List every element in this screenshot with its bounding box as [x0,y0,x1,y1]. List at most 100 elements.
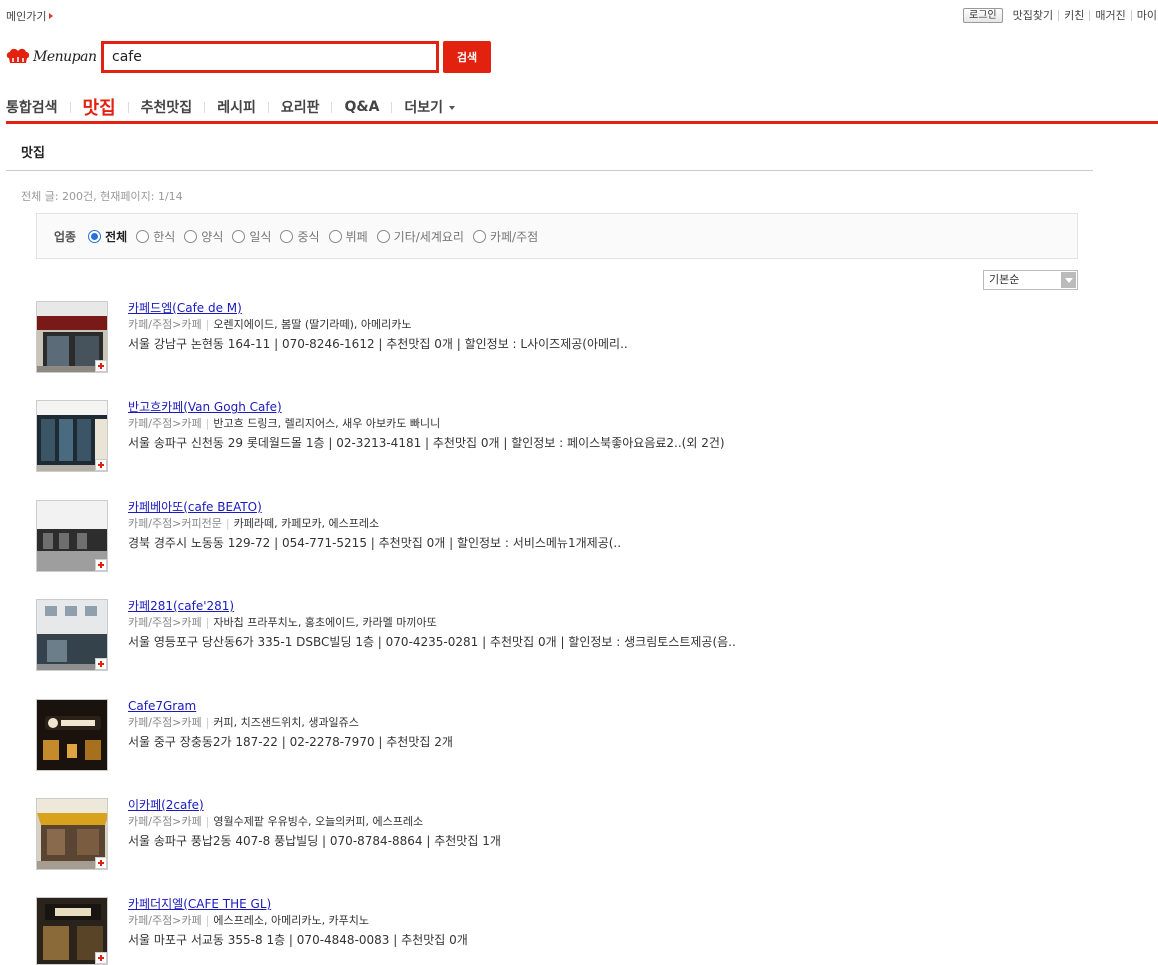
radio-icon[interactable] [88,229,102,243]
tab-more[interactable]: 더보기 [392,97,467,117]
restaurant-name-link[interactable]: 이카페(2cafe) [128,797,204,813]
item-info: 이카페(2cafe) 카페/주점>카페 | 영월수제팥 우유빙수, 오늘의커피, 에… [128,797,748,850]
restaurant-name-link[interactable]: 카페더지엘(CAFE THE GL) [128,896,271,912]
item-address: 서울 영등포구 당산동6가 335-1 DSBC빌딩 1층 | 070-4235… [128,635,736,649]
item-menus: 카페라떼, 카페모카, 에스프레소 [233,517,380,530]
main-link-label: 메인가기 [6,10,47,23]
item-category: 카페/주점>커피전문 [128,517,222,530]
item-menus: 오렌지에이드, 봄딸 (딸기라떼), 아메리카노 [213,318,412,331]
main-link[interactable]: 메인가기 [6,8,54,24]
result-summary: 전체 글: 200건, 현재페이지: 1/14 [21,190,183,203]
item-category: 카페/주점>카페 [128,616,202,629]
item-info: 카페베아또(cafe BEATO) 카페/주점>커피전문 | 카페라떼, 카페모카,… [128,499,748,552]
item-category: 카페/주점>카페 [128,318,202,331]
item-menus: 자바칩 프라푸치노, 홍초에이드, 카라멜 마끼아또 [213,616,437,629]
util-link-find[interactable]: 맛집찾기 [1008,10,1058,21]
sort-select[interactable]: 기본순 [983,270,1078,290]
tab-total-search[interactable]: 통합검색 [6,97,70,117]
filter-option-label: 한식 [153,229,176,244]
plus-icon[interactable] [95,459,107,471]
filter-option-korean[interactable]: 한식 [136,228,175,245]
util-link-my[interactable]: 마이 [1130,10,1158,21]
item-menus: 반고흐 드링크, 렐리지어스, 새우 아보카도 빠니니 [213,417,441,430]
restaurant-name-link[interactable]: 카페281(cafe'281) [128,598,234,614]
thumbnail[interactable] [36,798,108,870]
thumbnail[interactable] [36,400,108,472]
tab-recipe[interactable]: 레시피 [205,97,268,117]
arrow-right-icon [49,13,54,19]
filter-option-japanese[interactable]: 일식 [232,228,271,245]
item-address: 서울 송파구 신천동 29 롯데월드몰 1층 | 02-3213-4181 | … [128,436,725,450]
item-category-line: 카페/주점>커피전문 | 카페라떼, 카페모카, 에스프레소 [128,517,380,530]
storefront-image [37,700,107,770]
item-address: 서울 마포구 서교동 355-8 1층 | 070-4848-0083 | 추천… [128,933,468,947]
plus-icon[interactable] [95,360,107,372]
item-address: 서울 송파구 풍납2동 407-8 풍납빌딩 | 070-8784-8864 |… [128,834,501,848]
item-info: 카페드엠(Cafe de M) 카페/주점>카페 | 오렌지에이드, 봄딸 (딸기라… [128,300,748,353]
logo-text: Menupan [33,49,97,65]
radio-icon[interactable] [376,229,390,243]
plus-icon[interactable] [95,857,107,869]
filter-option-western[interactable]: 양식 [184,228,223,245]
tab-recommended[interactable]: 추천맛집 [129,97,205,117]
filter-option-label: 뷔페 [345,229,368,244]
radio-icon[interactable] [280,229,294,243]
item-menus: 영월수제팥 우유빙수, 오늘의커피, 에스프레소 [213,815,424,828]
chevron-down-icon [449,106,456,110]
logo[interactable]: Menupan [6,48,97,66]
util-link-kitchen[interactable]: 키친 [1058,10,1089,21]
search-input[interactable] [104,44,436,70]
restaurant-name-link[interactable]: 카페드엠(Cafe de M) [128,300,242,316]
radio-icon[interactable] [472,229,486,243]
filter-option-world[interactable]: 기타/세계요리 [376,228,464,245]
radio-icon[interactable] [184,229,198,243]
thumbnail[interactable] [36,699,108,771]
login-button[interactable]: 로그인 [963,8,1003,23]
plus-icon[interactable] [95,559,107,571]
filter-option-label: 일식 [249,229,272,244]
filter-option-label: 카페/주점 [489,229,539,244]
restaurant-name-link[interactable]: 카페베아또(cafe BEATO) [128,499,262,515]
filter-option-label: 중식 [297,229,320,244]
item-info: Cafe7Gram 카페/주점>카페 | 커피, 치즈샌드위치, 생과일쥬스 서울 … [128,698,748,751]
tab-qna[interactable]: Q&A [332,99,391,115]
filter-option-all[interactable]: 전체 [88,228,127,245]
main-nav: 통합검색 맛집 추천맛집 레시피 요리판 Q&A 더보기 [6,92,467,122]
item-menus: 커피, 치즈샌드위치, 생과일쥬스 [213,716,359,729]
nav-underline [6,121,1158,124]
item-address: 경북 경주시 노동동 129-72 | 054-771-5215 | 추천맛집 … [128,536,622,550]
thumbnail[interactable] [36,301,108,373]
filter-label: 업종 [54,229,77,244]
filter-option-chinese[interactable]: 중식 [280,228,320,245]
thumbnail[interactable] [36,500,108,572]
filter-option-label: 기타/세계요리 [393,229,464,244]
thumbnail[interactable] [36,599,108,671]
item-category: 카페/주점>카페 [128,417,202,430]
item-info: 반고흐카페(Van Gogh Cafe) 카페/주점>카페 | 반고흐 드링크, 렐… [128,399,748,452]
radio-icon[interactable] [136,229,150,243]
filter-option-buffet[interactable]: 뷔페 [328,228,368,245]
restaurant-name-link[interactable]: Cafe7Gram [128,698,196,714]
section-title: 맛집 [21,146,45,161]
search-button[interactable]: 검색 [443,41,491,73]
tab-yoripan[interactable]: 요리판 [269,97,332,117]
util-links: 로그인 맛집찾기 키친 매거진 마이 [963,8,1158,23]
radio-icon[interactable] [328,229,342,243]
restaurant-name-link[interactable]: 반고흐카페(Van Gogh Cafe) [128,399,282,415]
item-info: 카페281(cafe'281) 카페/주점>카페 | 자바칩 프라푸치노, 홍초에이… [128,598,748,651]
item-category-line: 카페/주점>카페 | 에스프레소, 아메리카노, 카푸치노 [128,914,370,927]
sort-value: 기본순 [989,273,1020,286]
filter-option-cafe[interactable]: 카페/주점 [472,228,539,245]
search-box [101,41,439,73]
filter-option-label: 양식 [201,229,224,244]
item-category-line: 카페/주점>카페 | 커피, 치즈샌드위치, 생과일쥬스 [128,716,359,729]
plus-icon[interactable] [95,658,107,670]
chevron-down-icon[interactable] [1061,272,1076,288]
radio-icon[interactable] [232,229,246,243]
thumbnail[interactable] [36,897,108,965]
util-link-magazine[interactable]: 매거진 [1089,10,1130,21]
tab-restaurants[interactable]: 맛집 [71,94,128,120]
plus-icon[interactable] [95,952,107,964]
top-bar: 메인가기 로그인 맛집찾기 키친 매거진 마이 [0,0,1158,30]
item-address: 서울 강남구 논현동 164-11 | 070-8246-1612 | 추천맛집… [128,337,628,351]
